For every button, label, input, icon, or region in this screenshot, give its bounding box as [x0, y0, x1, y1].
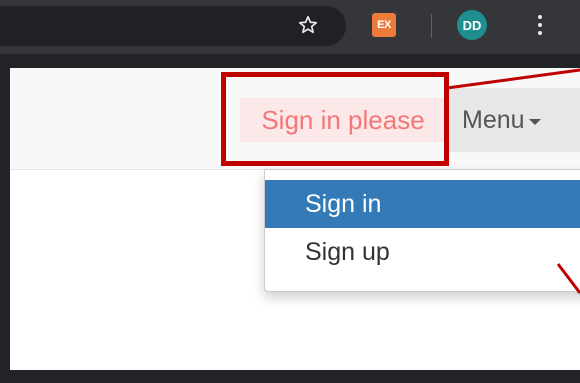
- annotation-arrow: [446, 68, 580, 294]
